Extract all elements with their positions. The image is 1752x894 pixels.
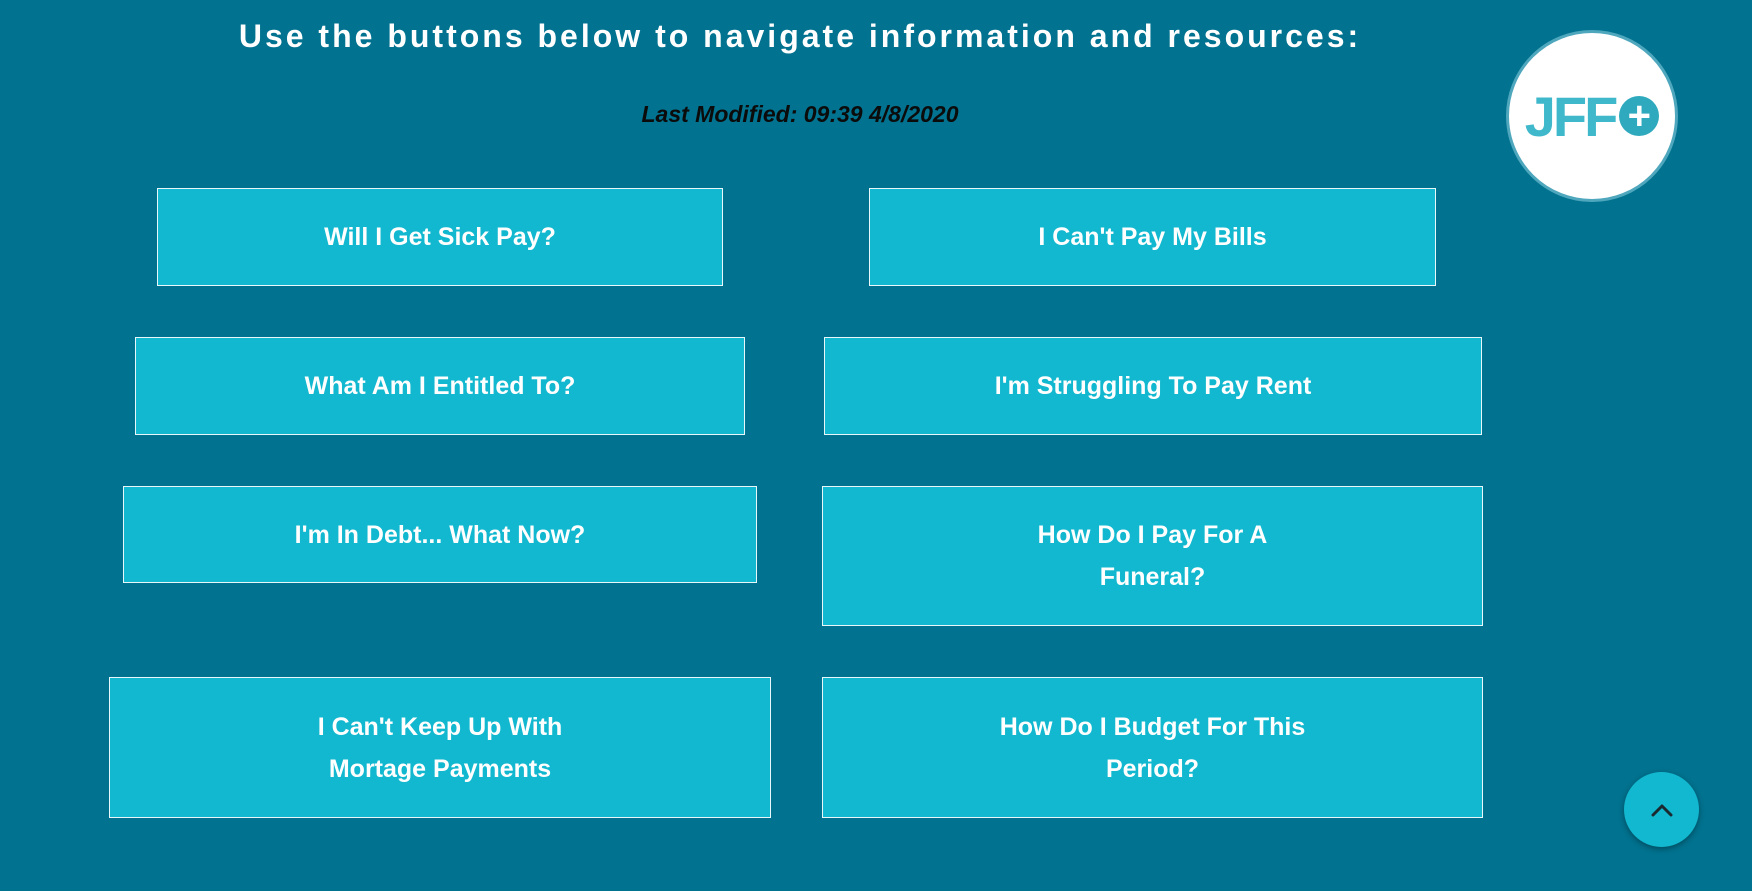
bills-button[interactable]: I Can't Pay My Bills	[869, 188, 1436, 286]
rent-button-label: I'm Struggling To Pay Rent	[994, 372, 1312, 400]
rent-button[interactable]: I'm Struggling To Pay Rent	[824, 337, 1482, 435]
sick-pay-button-label: Will I Get Sick Pay?	[324, 223, 556, 251]
jff-logo[interactable]: JFF +	[1506, 30, 1678, 202]
bills-button-label: I Can't Pay My Bills	[1038, 223, 1267, 251]
funeral-button[interactable]: How Do I Pay For A Funeral?	[822, 486, 1483, 626]
funeral-button-label: How Do I Pay For A Funeral?	[1037, 521, 1268, 591]
page-heading: Use the buttons below to navigate inform…	[238, 18, 1362, 54]
debt-button-label: I'm In Debt... What Now?	[294, 520, 586, 549]
plus-circle-icon: +	[1619, 96, 1660, 136]
last-modified-text: Last Modified: 09:39 4/8/2020	[641, 101, 959, 127]
back-to-top-button[interactable]	[1624, 772, 1699, 847]
debt-button[interactable]: I'm In Debt... What Now?	[123, 486, 757, 583]
sick-pay-button[interactable]: Will I Get Sick Pay?	[157, 188, 723, 286]
budget-button[interactable]: How Do I Budget For This Period?	[822, 677, 1483, 818]
mortgage-button-label: I Can't Keep Up With Mortage Payments	[317, 712, 563, 783]
chevron-up-icon	[1651, 804, 1672, 816]
mortgage-button[interactable]: I Can't Keep Up With Mortage Payments	[109, 677, 771, 818]
page-background: Use the buttons below to navigate inform…	[0, 0, 1752, 891]
entitled-button-label: What Am I Entitled To?	[304, 372, 576, 400]
logo-text: JFF	[1524, 84, 1619, 148]
entitled-button[interactable]: What Am I Entitled To?	[135, 337, 745, 435]
budget-button-label: How Do I Budget For This Period?	[999, 712, 1306, 783]
